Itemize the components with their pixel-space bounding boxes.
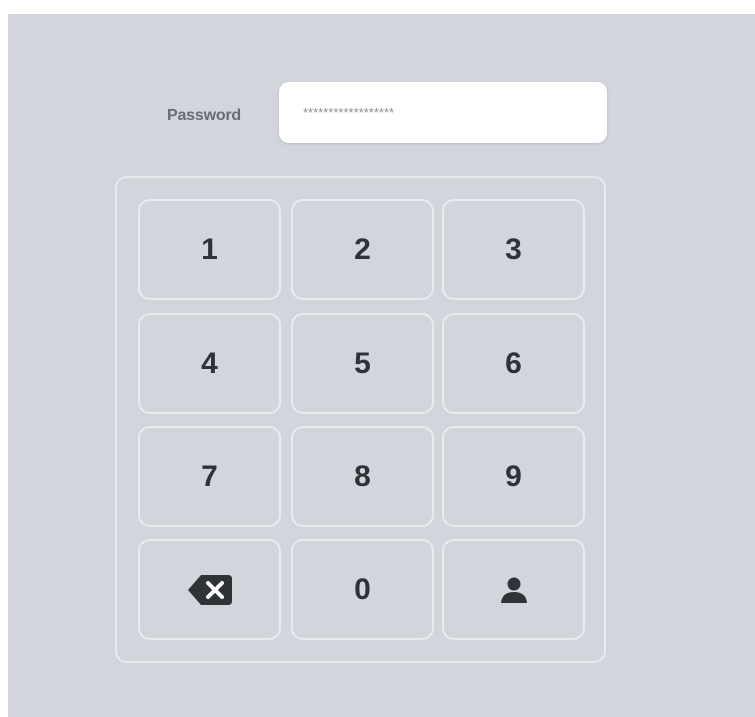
login-screen: Password 1 2 3 4 5 6 7 8 9: [8, 14, 755, 717]
key-4[interactable]: 4: [138, 313, 281, 414]
key-5[interactable]: 5: [291, 313, 434, 414]
user-button[interactable]: [442, 539, 585, 640]
key-5-label: 5: [354, 346, 371, 380]
password-label: Password: [167, 107, 241, 124]
key-9[interactable]: 9: [442, 426, 585, 527]
key-4-label: 4: [201, 346, 218, 380]
key-8[interactable]: 8: [291, 426, 434, 527]
password-field[interactable]: [279, 82, 607, 143]
key-6[interactable]: 6: [442, 313, 585, 414]
key-7[interactable]: 7: [138, 426, 281, 527]
key-3-label: 3: [505, 232, 522, 266]
user-icon: [499, 575, 529, 605]
key-8-label: 8: [354, 459, 371, 493]
key-9-label: 9: [505, 459, 522, 493]
backspace-button[interactable]: [138, 539, 281, 640]
key-2[interactable]: 2: [291, 199, 434, 300]
key-0-label: 0: [354, 572, 371, 606]
backspace-icon: [187, 573, 233, 607]
key-7-label: 7: [201, 459, 218, 493]
key-2-label: 2: [354, 232, 371, 266]
key-6-label: 6: [505, 346, 522, 380]
key-3[interactable]: 3: [442, 199, 585, 300]
key-1-label: 1: [201, 232, 218, 266]
key-1[interactable]: 1: [138, 199, 281, 300]
key-0[interactable]: 0: [291, 539, 434, 640]
keypad: 1 2 3 4 5 6 7 8 9 0: [115, 176, 606, 663]
